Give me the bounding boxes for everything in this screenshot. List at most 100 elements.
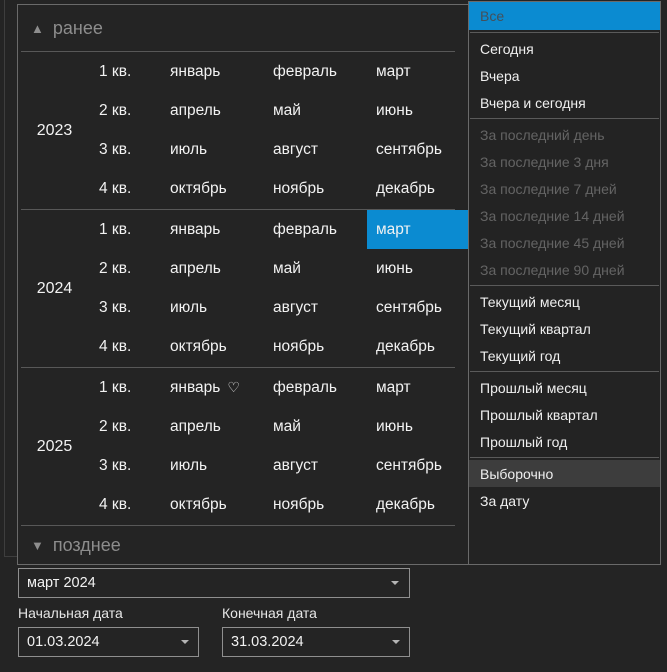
- menu-item[interactable]: Текущий месяц: [469, 288, 660, 315]
- quarter-cell[interactable]: 1 кв.: [91, 210, 161, 249]
- menu-item[interactable]: Прошлый год: [469, 428, 660, 455]
- preset-period-menu: Все Сегодня Вчера Вчера и сегодня За последн…: [468, 1, 661, 565]
- month-cell[interactable]: май: [264, 407, 367, 446]
- menu-item[interactable]: За последние 14 дней: [469, 202, 660, 229]
- month-cell[interactable]: январь: [161, 52, 264, 91]
- later-label: позднее: [52, 534, 121, 555]
- month-cell[interactable]: июнь: [367, 91, 468, 130]
- month-cell[interactable]: декабрь: [367, 328, 468, 367]
- month-cell[interactable]: апрель: [161, 91, 264, 130]
- month-cell[interactable]: январь: [161, 210, 264, 249]
- menu-item[interactable]: Вчера и сегодня: [469, 89, 660, 116]
- period-combobox-value: март 2024: [27, 575, 96, 591]
- month-cell[interactable]: май: [264, 249, 367, 288]
- start-date-label: Начальная дата: [18, 605, 123, 621]
- month-cell[interactable]: ноябрь: [264, 486, 367, 525]
- menu-item[interactable]: За последние 3 дня: [469, 148, 660, 175]
- month-cell[interactable]: декабрь: [367, 170, 468, 209]
- month-cell[interactable]: март: [367, 52, 468, 91]
- month-cell[interactable]: сентябрь: [367, 447, 468, 486]
- month-cell[interactable]: июнь: [367, 249, 468, 288]
- month-cell[interactable]: сентябрь: [367, 131, 468, 170]
- menu-separator: [470, 371, 659, 372]
- quarter-cell[interactable]: 1 кв.: [91, 52, 161, 91]
- month-cell[interactable]: апрель: [161, 249, 264, 288]
- quarter-cell[interactable]: 4 кв.: [91, 486, 161, 525]
- quarter-cell[interactable]: 3 кв.: [91, 131, 161, 170]
- quarter-cell[interactable]: 4 кв.: [91, 170, 161, 209]
- start-date-input[interactable]: 01.03.2024: [18, 627, 199, 657]
- calendar-dropdown-icon[interactable]: [392, 640, 400, 644]
- month-cell[interactable]: февраль: [264, 368, 367, 407]
- year-block-2024: 2024 1 кв. январь февраль март 2 кв. апрель май…: [18, 210, 468, 367]
- month-cell[interactable]: декабрь: [367, 486, 468, 525]
- menu-separator: [470, 285, 659, 286]
- month-cell[interactable]: март: [367, 210, 468, 250]
- chevron-down-icon[interactable]: [391, 581, 399, 585]
- month-cell[interactable]: октябрь: [161, 170, 264, 209]
- menu-separator: [470, 457, 659, 458]
- menu-item[interactable]: Вчера: [469, 62, 660, 89]
- quarter-cell[interactable]: 2 кв.: [91, 91, 161, 130]
- end-date-input[interactable]: 31.03.2024: [222, 627, 410, 657]
- menu-item[interactable]: Прошлый месяц: [469, 374, 660, 401]
- end-date-label: Конечная дата: [222, 605, 317, 621]
- month-cell[interactable]: август: [264, 447, 367, 486]
- menu-item[interactable]: Текущий квартал: [469, 315, 660, 342]
- month-cell[interactable]: июль: [161, 131, 264, 170]
- period-combobox[interactable]: март 2024: [18, 568, 410, 598]
- month-cell[interactable]: октябрь: [161, 486, 264, 525]
- scroll-earlier-button[interactable]: ▲ ранее: [18, 5, 468, 51]
- popup-frame-edge: [4, 0, 17, 557]
- year-block-2025: 2025 1 кв. январь ♡ февраль март 2 кв. апрель ма…: [18, 368, 468, 525]
- heart-icon: ♡: [227, 379, 240, 396]
- menu-item[interactable]: Все: [469, 2, 660, 30]
- year-block-2023: 2023 1 кв. январь февраль март 2 кв. апрель май…: [18, 52, 468, 209]
- year-blocks: 2023 1 кв. январь февраль март 2 кв. апрель май…: [18, 52, 468, 526]
- month-cell[interactable]: февраль: [264, 52, 367, 91]
- month-cell[interactable]: октябрь: [161, 328, 264, 367]
- start-date-value: 01.03.2024: [27, 634, 100, 650]
- month-cell[interactable]: июль: [161, 289, 264, 328]
- quarter-cell[interactable]: 4 кв.: [91, 328, 161, 367]
- quarter-cell[interactable]: 1 кв.: [91, 368, 161, 407]
- quarter-cell[interactable]: 3 кв.: [91, 447, 161, 486]
- month-cell[interactable]: январь ♡: [161, 368, 264, 407]
- menu-separator: [470, 118, 659, 119]
- triangle-up-icon: ▲: [31, 20, 44, 36]
- calendar-panel: ▲ ранее 2023 1 кв. январь февраль март 2 кв. а…: [17, 4, 469, 565]
- quarter-cell[interactable]: 3 кв.: [91, 289, 161, 328]
- menu-item[interactable]: За последние 45 дней: [469, 229, 660, 256]
- month-cell[interactable]: ноябрь: [264, 328, 367, 367]
- month-cell[interactable]: июль: [161, 447, 264, 486]
- month-cell[interactable]: август: [264, 289, 367, 328]
- menu-item[interactable]: Текущий год: [469, 342, 660, 369]
- menu-item[interactable]: Выборочно: [469, 460, 660, 487]
- month-cell[interactable]: июнь: [367, 407, 468, 446]
- menu-item[interactable]: За последний день: [469, 121, 660, 148]
- menu-item[interactable]: За последние 90 дней: [469, 256, 660, 283]
- year-cell[interactable]: 2025: [18, 368, 91, 525]
- month-cell[interactable]: сентябрь: [367, 289, 468, 328]
- month-cell[interactable]: май: [264, 91, 367, 130]
- quarter-cell[interactable]: 2 кв.: [91, 407, 161, 446]
- month-cell[interactable]: апрель: [161, 407, 264, 446]
- menu-item[interactable]: Прошлый квартал: [469, 401, 660, 428]
- month-cell[interactable]: ноябрь: [264, 170, 367, 209]
- menu-separator: [470, 32, 659, 33]
- menu-item[interactable]: Сегодня: [469, 35, 660, 62]
- year-cell[interactable]: 2024: [18, 210, 91, 367]
- end-date-value: 31.03.2024: [231, 634, 304, 650]
- month-cell[interactable]: март: [367, 368, 468, 407]
- menu-item[interactable]: За последние 7 дней: [469, 175, 660, 202]
- month-cell[interactable]: август: [264, 131, 367, 170]
- quarter-cell[interactable]: 2 кв.: [91, 249, 161, 288]
- calendar-dropdown-icon[interactable]: [181, 640, 189, 644]
- period-picker-popup: ▲ ранее 2023 1 кв. январь февраль март 2 кв. а…: [0, 0, 667, 672]
- triangle-down-icon: ▼: [31, 537, 44, 553]
- earlier-label: ранее: [52, 17, 103, 38]
- month-cell[interactable]: февраль: [264, 210, 367, 249]
- scroll-later-button[interactable]: ▼ позднее: [18, 526, 468, 564]
- menu-item[interactable]: За дату: [469, 487, 660, 514]
- year-cell[interactable]: 2023: [18, 52, 91, 209]
